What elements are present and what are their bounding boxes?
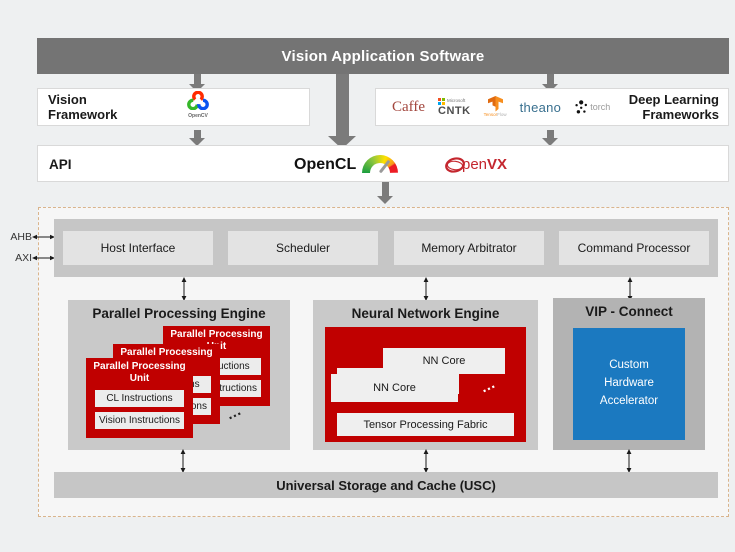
scheduler-unit: Scheduler <box>228 231 378 265</box>
torch-dots-icon <box>574 100 589 115</box>
deep-learning-frameworks-label: Deep Learning Frameworks <box>623 92 719 123</box>
microsoft-flag-icon <box>438 98 445 105</box>
architecture-diagram: Vision Application Software Vision Frame… <box>0 0 735 552</box>
opencl-gauge-icon <box>362 155 398 175</box>
neural-network-engine: Neural Network Engine NN Core NN Core NN… <box>313 300 538 450</box>
opencv-logo: OpenCV <box>180 91 216 119</box>
accelerator-label: Custom Hardware Accelerator <box>588 357 670 410</box>
ppu-title: Parallel Processing Unit <box>90 361 190 385</box>
banner-title: Vision Application Software <box>282 48 485 65</box>
tensorflow-word-tensor: Tensor <box>484 112 498 117</box>
caffe-logo: Caffe <box>392 99 425 116</box>
vision-instructions-box: Vision Instructions <box>95 412 184 429</box>
parallel-processing-unit-front: Parallel Processing Unit CL Instructions… <box>86 358 193 438</box>
vertical-double-arrow-icon <box>180 277 188 301</box>
down-arrow-to-api <box>336 74 349 136</box>
vertical-double-arrow-icon <box>422 449 430 473</box>
axi-double-arrow-icon <box>32 254 55 262</box>
tensorflow-word-flow: Flow <box>497 112 507 117</box>
opencv-caption: OpenCV <box>180 113 216 119</box>
down-arrow-head-icon <box>377 196 393 204</box>
opencl-word: OpenCL <box>294 156 356 174</box>
api-label: API <box>49 146 72 183</box>
api-bar: API OpenCL pen VX <box>37 145 729 182</box>
axi-label: AXI <box>6 252 32 264</box>
down-arrow-api-to-hardware <box>382 182 389 196</box>
cl-instructions-box: CL Instructions <box>95 390 184 407</box>
nne-title: Neural Network Engine <box>313 306 538 321</box>
nn-core-front: NN Core <box>331 374 458 402</box>
tensorflow-logo: TensorFlow <box>484 96 507 118</box>
opencl-logo: OpenCL <box>294 146 398 183</box>
parallel-processing-engine: Parallel Processing Engine Parallel Proc… <box>68 300 290 450</box>
torch-logo: torch <box>574 100 610 115</box>
down-arrow-dl-to-api <box>547 130 554 138</box>
command-processor-unit: Command Processor <box>559 231 709 265</box>
down-arrow-to-deep-learning <box>547 74 554 84</box>
ahb-label: AHB <box>6 231 32 243</box>
ahb-double-arrow-icon <box>32 233 55 241</box>
cntk-word: CNTK <box>438 106 471 117</box>
vision-framework-label: Vision Framework <box>48 92 158 123</box>
torch-word: torch <box>590 102 610 112</box>
tensor-processing-fabric: Tensor Processing Fabric <box>337 413 514 436</box>
vision-application-software-banner: Vision Application Software <box>37 38 729 74</box>
memory-arbitrator-unit: Memory Arbitrator <box>394 231 544 265</box>
down-arrow-vision-to-api <box>194 130 201 138</box>
opencv-icon <box>185 91 211 110</box>
vip-title: VIP - Connect <box>553 304 705 319</box>
custom-hardware-accelerator: Custom Hardware Accelerator <box>573 328 685 440</box>
cntk-logo: Microsoft CNTK <box>438 98 471 117</box>
control-bar: Host Interface Scheduler Memory Arbitrat… <box>54 219 718 277</box>
vertical-double-arrow-icon <box>625 449 633 473</box>
microsoft-word: Microsoft <box>447 99 465 104</box>
usc-label: Universal Storage and Cache (USC) <box>276 478 496 493</box>
theano-logo: theano <box>520 100 562 115</box>
host-interface-unit: Host Interface <box>63 231 213 265</box>
openvx-logo: pen VX <box>444 146 507 183</box>
nne-ellipsis: … <box>477 374 499 396</box>
vip-connect: VIP - Connect Custom Hardware Accelerato… <box>553 298 705 450</box>
deep-learning-frameworks-box: Caffe Microsoft CNTK TensorFlow theano <box>375 88 729 126</box>
down-arrow-to-vision-framework <box>194 74 201 84</box>
ppe-title: Parallel Processing Engine <box>68 306 290 321</box>
universal-storage-cache-bar: Universal Storage and Cache (USC) <box>54 472 718 498</box>
vertical-double-arrow-icon <box>179 449 187 473</box>
openvx-vx-word: VX <box>487 156 507 173</box>
vertical-double-arrow-icon <box>422 277 430 301</box>
openvx-pen-word: pen <box>462 156 487 173</box>
gauge-needle-icon <box>379 159 391 173</box>
tensorflow-icon <box>488 96 503 112</box>
vision-framework-box: Vision Framework OpenCV <box>37 88 310 126</box>
nne-red-block: NN Core NN Core NN Core … Tensor Process… <box>325 327 526 442</box>
